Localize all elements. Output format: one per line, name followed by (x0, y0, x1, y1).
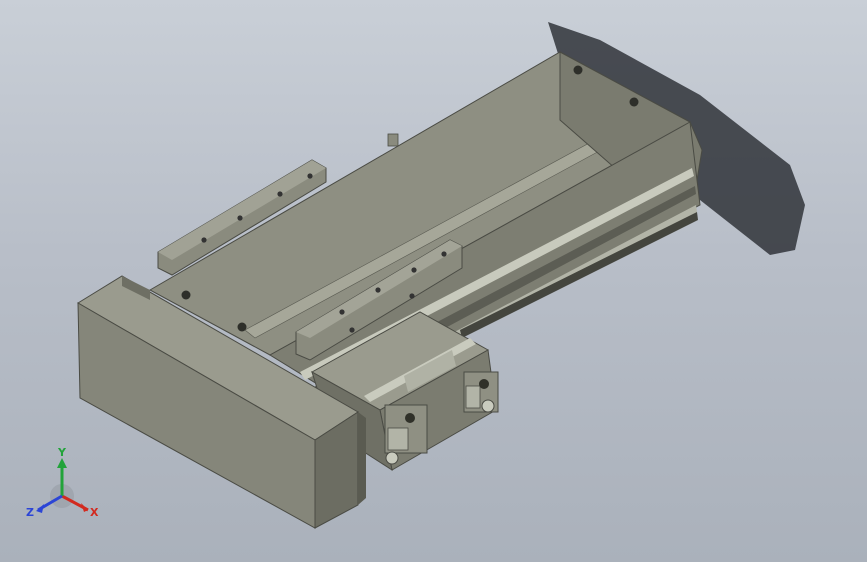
bolt-head (237, 322, 247, 332)
bracket-hole (349, 327, 355, 333)
bracket-hole (375, 287, 381, 293)
limit-sensor-face (465, 385, 481, 409)
rear-bracket-tab (387, 133, 399, 147)
coordinate-triad: X Y Z (26, 446, 99, 519)
y-axis-arrow-icon (57, 458, 67, 468)
z-axis-arrow-icon (36, 504, 44, 513)
bolt-head (573, 65, 583, 75)
cad-graphics-viewport[interactable]: X Y Z (0, 0, 867, 562)
sensor-knob (385, 451, 399, 465)
bracket-hole (201, 237, 207, 243)
sensor-screw (479, 379, 489, 389)
bracket-hole (277, 191, 283, 197)
y-axis-label: Y (57, 446, 67, 459)
bracket-hole (339, 309, 345, 315)
linear-actuator-model[interactable] (0, 0, 867, 562)
x-axis-label: X (90, 506, 99, 519)
bracket-hole (409, 293, 415, 299)
motor-housing-flange (358, 412, 366, 505)
bracket-hole (441, 251, 447, 257)
bracket-hole (307, 173, 313, 179)
z-axis-label: Z (26, 506, 34, 519)
sensor-knob (481, 399, 495, 413)
bolt-head (181, 290, 191, 300)
bolt-head (629, 97, 639, 107)
bracket-hole (411, 267, 417, 273)
sensor-screw (405, 413, 415, 423)
bracket-hole (237, 215, 243, 221)
limit-sensor-face (387, 427, 409, 451)
